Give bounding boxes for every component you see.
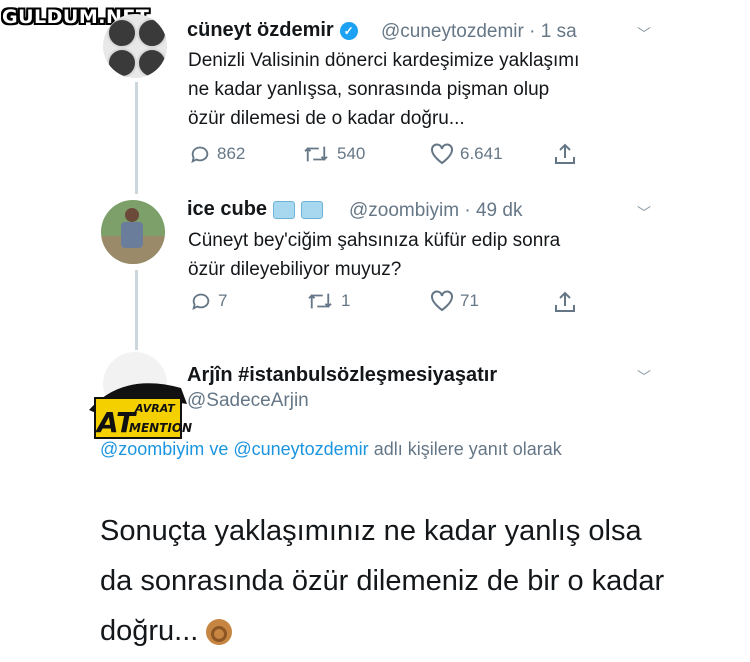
tweet-author-handle[interactable]: @SadeceArjin: [187, 390, 309, 412]
avatar[interactable]: [103, 14, 167, 78]
avatar[interactable]: [101, 200, 165, 264]
like-button[interactable]: 6.641: [430, 143, 503, 165]
replying-to: @zoombiyim ve @cuneytozdemir adlı kişile…: [100, 434, 620, 464]
tweet-time: · 1 sa: [529, 21, 577, 42]
tweet-author-handle[interactable]: @cuneytozdemir · 1 sa: [381, 21, 577, 43]
retweet-button[interactable]: 1: [305, 290, 350, 312]
thread-line: [135, 82, 138, 194]
tweet-time: · 49 dk: [464, 200, 523, 221]
chevron-down-icon[interactable]: ﹀: [637, 203, 651, 223]
retweet-icon: [304, 146, 328, 162]
share-icon: [555, 143, 575, 164]
chevron-down-icon[interactable]: ﹀: [637, 367, 651, 387]
reply-button[interactable]: 7: [190, 290, 227, 312]
mention-link[interactable]: @zoombiyim: [100, 439, 204, 459]
retweet-icon: [308, 293, 332, 309]
tweet-author-name[interactable]: Arjîn #istanbulsözleşmesiyaşatır: [187, 364, 497, 387]
reply-icon: [192, 293, 210, 311]
like-button[interactable]: 71: [430, 290, 479, 312]
share-button[interactable]: [553, 290, 577, 314]
retweet-button[interactable]: 540: [301, 143, 365, 165]
replying-to-suffix: adlı kişilere yanıt olarak: [373, 439, 562, 459]
mention-and: ve: [209, 439, 229, 459]
tweet-author-name[interactable]: cüneyt özdemir ✓: [187, 19, 358, 42]
chevron-down-icon[interactable]: ﹀: [637, 24, 651, 44]
heart-icon: [431, 143, 453, 165]
reply-icon: [191, 146, 209, 164]
svg-text:AVRAT: AVRAT: [134, 402, 176, 415]
share-button[interactable]: [553, 142, 577, 166]
verified-badge-icon: ✓: [339, 21, 358, 40]
avatar[interactable]: AT AVRAT MENTION: [89, 352, 192, 439]
thread-line: [135, 270, 138, 350]
heart-icon: [431, 290, 453, 312]
main-tweet-text: Sonuçta yaklaşımınız ne kadar yanlış ols…: [100, 515, 665, 647]
share-icon: [555, 291, 575, 312]
ok-hand-emoji-icon: [206, 619, 233, 646]
ice-cube-emoji-icon: [301, 200, 324, 219]
reply-button[interactable]: 862: [189, 143, 245, 165]
tweet-text: Denizli Valisinin dönerci kardeşimize ya…: [188, 50, 580, 129]
tweet-text: Cüneyt bey'ciğim şahsınıza küfür edip so…: [188, 230, 561, 280]
svg-text:MENTION: MENTION: [129, 421, 192, 435]
ice-cube-emoji-icon: [273, 200, 296, 219]
tweet-author-handle[interactable]: @zoombiyim · 49 dk: [349, 200, 522, 222]
tweet-author-name[interactable]: ice cube: [187, 198, 324, 221]
mention-link[interactable]: @cuneytozdemir: [233, 439, 368, 459]
